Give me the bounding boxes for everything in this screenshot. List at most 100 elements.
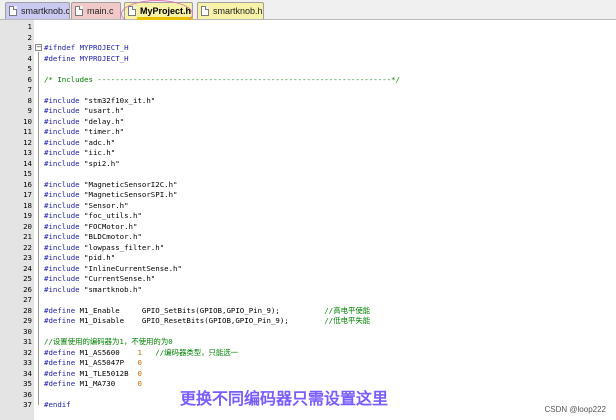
- line-number: 13: [23, 148, 32, 157]
- code-token: "smartknob.h": [84, 284, 142, 294]
- code-text: #include "CurrentSense.h": [44, 274, 155, 285]
- code-token: "adc.h": [84, 137, 116, 147]
- code-token: "MagneticSensorSPI.h": [84, 190, 178, 199]
- code-text: #include "delay.h": [44, 117, 124, 128]
- annotation-text: 更换不同编码器只需设置这里: [180, 389, 389, 408]
- line-number: 29: [23, 316, 32, 325]
- tab-bar: smartknob.c main.c MyProject.h smartknob…: [0, 0, 616, 20]
- line-number: 35: [23, 379, 32, 388]
- code-token: #ifndef MYPROJECT_H: [44, 43, 129, 52]
- line-number: 24: [23, 263, 32, 273]
- code-line: 27: [0, 295, 616, 306]
- code-line: 13 #include "iic.h": [0, 148, 616, 159]
- line-number: 15: [23, 169, 32, 178]
- code-text: #define M1_Disable GPIO_ResetBits(GPIOB,…: [44, 316, 370, 327]
- line-number: 2: [27, 32, 32, 42]
- code-token: #define: [44, 358, 80, 367]
- code-line: 18 #include "Sensor.h": [0, 201, 616, 212]
- code-line: 1: [0, 22, 616, 33]
- fold-toggle-icon[interactable]: −: [35, 44, 42, 51]
- code-line: 17 #include "MagneticSensorSPI.h": [0, 190, 616, 201]
- tab-smartknob-c[interactable]: smartknob.c: [5, 2, 70, 19]
- watermark: CSDN @loop222: [544, 405, 606, 414]
- line-number: 36: [23, 389, 32, 399]
- line-number: 32: [23, 347, 32, 357]
- code-token: #define: [44, 368, 80, 378]
- code-text: #include "iic.h": [44, 148, 115, 159]
- line-number: 1: [27, 22, 32, 31]
- code-token: M1_MA730: [79, 379, 138, 388]
- code-line: 23 #include "pid.h": [0, 253, 616, 264]
- line-number: 7: [27, 85, 32, 94]
- code-line: 11 #include "timer.h": [0, 127, 616, 138]
- code-line: 6 /* Includes ---------------------------…: [0, 75, 616, 86]
- file-icon: [128, 6, 136, 16]
- tab-label: MyProject.h: [140, 6, 192, 16]
- code-token: #include: [44, 263, 85, 273]
- code-token: #include: [44, 179, 85, 189]
- line-number: 22: [23, 242, 32, 252]
- line-number: 31: [23, 337, 32, 346]
- code-token: M1_AS5047P: [79, 358, 138, 367]
- code-line: 31 //设置使用的编码器为1，不使用的为0: [0, 337, 616, 348]
- code-token: #define: [44, 316, 80, 325]
- code-text: #ifndef MYPROJECT_H: [44, 43, 129, 54]
- code-token: "Sensor.h": [84, 200, 129, 210]
- code-text: /* Includes ----------------------------…: [44, 75, 400, 86]
- code-token: 0: [137, 368, 142, 378]
- code-token: "iic.h": [84, 148, 116, 157]
- code-line: 19 #include "foc_utils.h": [0, 211, 616, 222]
- code-text: #include "stm32f10x_it.h": [44, 96, 155, 107]
- code-token: #include: [44, 158, 85, 168]
- line-number: 5: [27, 64, 32, 73]
- code-token: #include: [44, 95, 85, 105]
- line-number: 34: [23, 368, 32, 378]
- code-token: #include: [44, 253, 85, 262]
- code-line: 12 #include "adc.h": [0, 138, 616, 149]
- code-token: #include: [44, 200, 85, 210]
- code-editor[interactable]: 1 2 3− #ifndef MYPROJECT_H 4 #define MYPROJEC…: [0, 20, 616, 420]
- line-number: 28: [23, 305, 32, 315]
- code-line: 9 #include "usart.h": [0, 106, 616, 117]
- code-text: #include "foc_utils.h": [44, 211, 142, 222]
- code-token: #include: [44, 221, 85, 231]
- code-text: #include "MagneticSensorI2C.h": [44, 180, 178, 191]
- code-token: "MagneticSensorI2C.h": [84, 179, 178, 189]
- code-line: 14 #include "spi2.h": [0, 159, 616, 170]
- file-icon: [201, 6, 209, 16]
- code-line: 28 #define M1_Enable GPIO_SetBits(GPIOB,G…: [0, 306, 616, 317]
- code-token: #include: [44, 211, 85, 220]
- tab-main-c[interactable]: main.c: [71, 2, 121, 19]
- line-number: 23: [23, 253, 32, 262]
- code-text: #define M1_AS5600 1 //编码器类型，只能选一: [44, 348, 238, 359]
- code-token: #include: [44, 274, 85, 283]
- line-number: 20: [23, 221, 32, 231]
- code-token: "BLDCmotor.h": [84, 232, 142, 241]
- code-text: //设置使用的编码器为1，不使用的为0: [44, 337, 173, 348]
- code-line: 25 #include "CurrentSense.h": [0, 274, 616, 285]
- line-number: 17: [23, 190, 32, 199]
- line-number: 12: [23, 137, 32, 147]
- line-number: 14: [23, 158, 32, 168]
- code-line: 10 #include "delay.h": [0, 117, 616, 128]
- code-token: "timer.h": [84, 127, 125, 136]
- code-token: //低电平失能: [324, 316, 371, 325]
- code-token: "InlineCurrentSense.h": [84, 263, 182, 273]
- code-text: #include "lowpass_filter.h": [44, 243, 164, 254]
- tab-smartknob-h[interactable]: smartknob.h: [197, 2, 264, 19]
- code-line: 7: [0, 85, 616, 96]
- code-token: M1_Enable GPIO_SetBits(GPIOB,GPIO_Pin_9)…: [79, 305, 325, 315]
- code-text: #include "FOCMotor.h": [44, 222, 137, 233]
- line-number: 30: [23, 326, 32, 336]
- code-text: #include "adc.h": [44, 138, 115, 149]
- code-token: #define: [44, 347, 80, 357]
- line-number: 25: [23, 274, 32, 283]
- code-text: #include "usart.h": [44, 106, 124, 117]
- code-token: #include: [44, 127, 85, 136]
- code-token: "CurrentSense.h": [84, 274, 156, 283]
- code-text: #define M1_MA730 0: [44, 379, 142, 390]
- line-number: 21: [23, 232, 32, 241]
- code-text: #define M1_Enable GPIO_SetBits(GPIOB,GPI…: [44, 306, 370, 317]
- code-token: "stm32f10x_it.h": [84, 95, 156, 105]
- code-token: "foc_utils.h": [84, 211, 142, 220]
